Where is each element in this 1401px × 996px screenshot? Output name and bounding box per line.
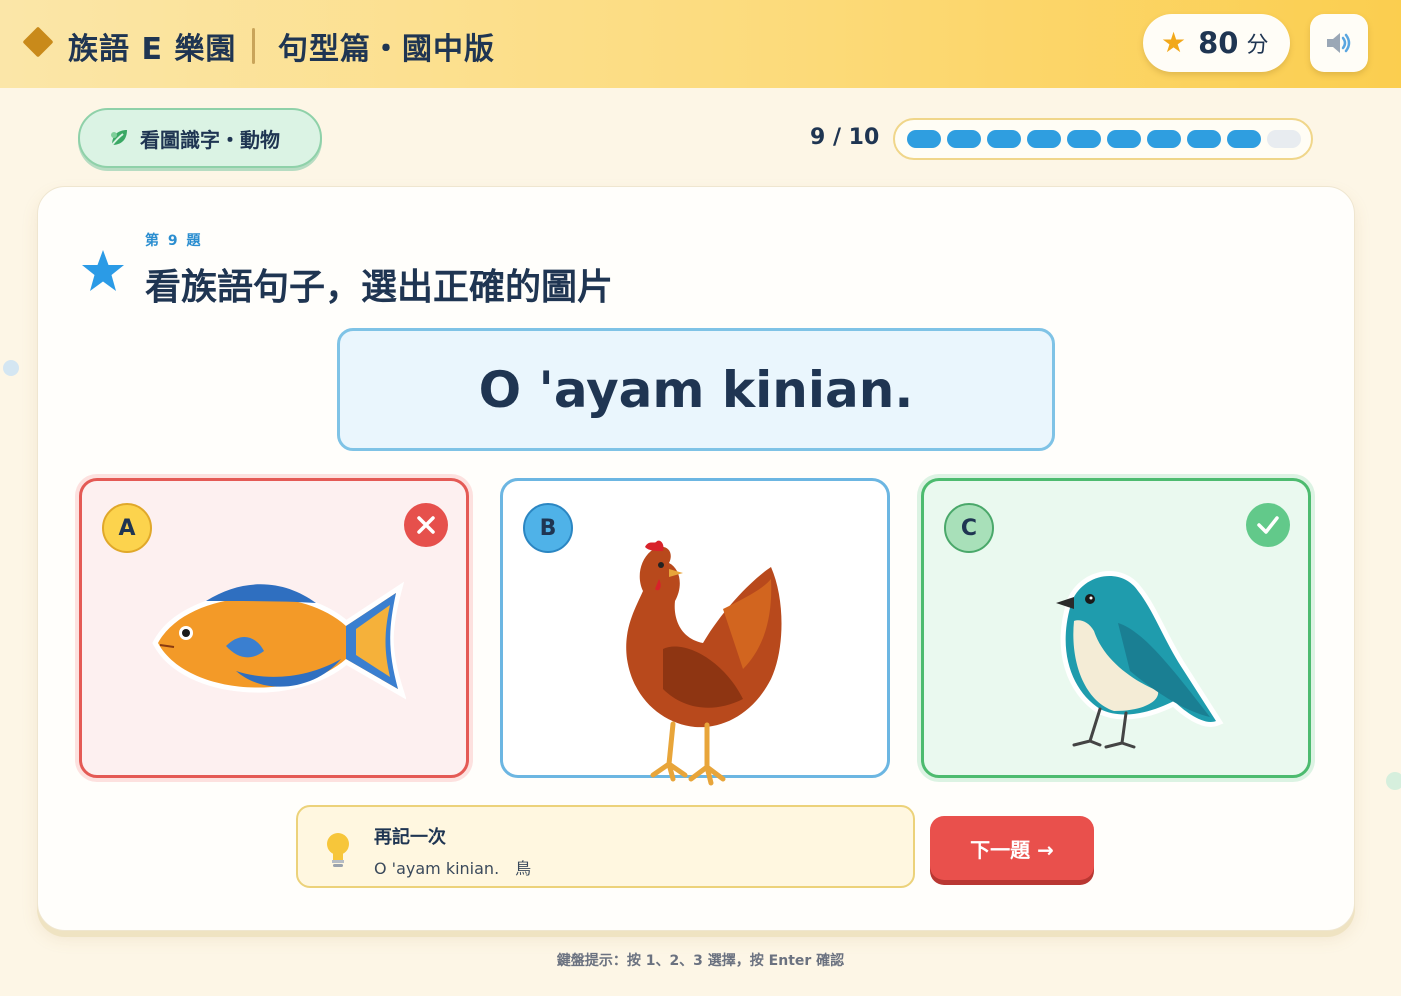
check-icon <box>1246 503 1290 547</box>
progress-segment <box>1267 130 1301 148</box>
speaker-icon <box>1327 33 1351 53</box>
keyboard-hint: 鍵盤提示：按 1、2、3 選擇，按 Enter 確認 <box>556 953 845 969</box>
sentence-text: O 'ayam kinian. <box>478 360 914 419</box>
app-header: 族語 E 樂園 句型篇・國中版 ★ 80 分 <box>0 0 1401 88</box>
hint-text: O 'ayam kinian. 鳥 <box>374 859 532 878</box>
app-title: 族語 E 樂園 <box>68 32 237 67</box>
star-icon <box>82 250 124 291</box>
progress-segment <box>947 130 981 148</box>
category-badge: 看圖識字・動物 <box>78 108 322 168</box>
score-unit: 分 <box>1246 33 1269 58</box>
sound-toggle-button[interactable] <box>1310 14 1368 72</box>
progress-segment <box>907 130 941 148</box>
category-label: 看圖識字・動物 <box>140 127 280 152</box>
hint-title: 再記一次 <box>374 827 446 848</box>
star-icon: ★ <box>1161 26 1187 59</box>
question-title: 看族語句子，選出正確的圖片 <box>145 267 614 308</box>
next-question-button[interactable]: 下一題 → <box>930 816 1094 880</box>
option-b-card[interactable]: B <box>500 478 890 786</box>
lightbulb-icon <box>327 833 349 867</box>
option-letter-badge: A <box>102 503 152 553</box>
progress-segment <box>1147 130 1181 148</box>
option-a-card[interactable]: A <box>79 478 469 778</box>
decor-dot <box>3 360 19 376</box>
progress-bar <box>893 118 1313 160</box>
leaf-icon <box>111 130 127 146</box>
option-c-card[interactable]: C <box>921 478 1311 778</box>
score-value: 80 <box>1198 26 1239 60</box>
question-number: 第 9 題 <box>145 233 203 249</box>
hint-panel: 再記一次 O 'ayam kinian. 鳥 <box>296 805 915 888</box>
option-letter-badge: C <box>944 503 994 553</box>
decor-dot <box>1386 772 1401 790</box>
chicken-icon <box>621 540 787 786</box>
progress-segment <box>1227 130 1261 148</box>
fish-icon <box>152 581 406 700</box>
diamond-logo-icon <box>22 26 54 58</box>
bird-icon <box>1056 571 1224 749</box>
progress-segment <box>1187 130 1221 148</box>
progress-segment <box>1067 130 1101 148</box>
progress-counter: 9 / 10 <box>810 125 880 150</box>
title-divider <box>252 28 255 64</box>
sentence-prompt: O 'ayam kinian. <box>337 328 1055 451</box>
option-letter-badge: B <box>523 503 573 553</box>
score-display: ★ 80 分 <box>1143 14 1290 72</box>
wrong-icon <box>404 503 448 547</box>
progress-segment <box>1027 130 1061 148</box>
app-subtitle: 句型篇・國中版 <box>278 32 495 67</box>
progress-segment <box>1107 130 1141 148</box>
progress-segment <box>987 130 1021 148</box>
